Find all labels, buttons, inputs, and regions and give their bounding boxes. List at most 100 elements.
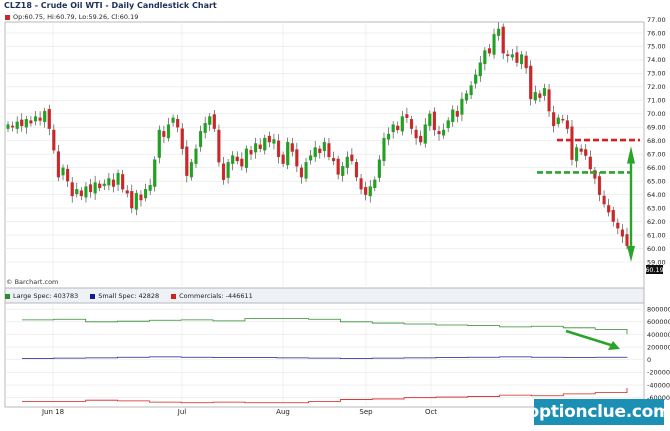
candle-body [533,92,537,101]
candle-body [162,131,166,137]
price-tick-label: 63.00 [647,204,666,212]
candle-body [88,184,93,193]
price-tick-label: 60.00 [647,245,666,253]
candle-body [451,109,455,123]
price-tick-label: 67.00 [647,151,666,159]
candle-body [552,112,556,127]
candle-body [75,189,79,195]
candle-body [620,229,624,237]
candle-body [483,50,487,65]
candle-body [313,147,317,158]
candle-body [446,120,450,129]
last-price-label: 60.19 [645,266,664,274]
candle-body [561,119,565,121]
candle-body [281,154,285,164]
candle-body [125,190,129,194]
candle-body [492,34,496,55]
candle-body [20,119,24,127]
price-tick-label: 69.00 [647,124,666,132]
candle-body [419,135,423,143]
price-tick-label: 68.00 [647,137,666,145]
candle-body [584,149,588,156]
candle-body [111,179,116,187]
candle-body [341,166,345,176]
candle-body [263,137,267,151]
candle-body [588,156,592,170]
candle-body [258,144,262,149]
x-tick-label: Aug [276,408,290,416]
candle-body [542,88,547,96]
candle-body [121,174,125,190]
candle-body [116,172,120,185]
candle-body [510,54,514,58]
candle-body [437,131,441,135]
price-tick-label: 73.00 [647,70,666,78]
candle-body [153,159,157,187]
candle-body [299,167,304,178]
candle-body [272,139,276,144]
candle-body [322,141,326,152]
candle-body [602,195,606,205]
optionclue-logo: optionclue.com [528,399,670,425]
candle-body [226,162,230,178]
candle-body [382,137,386,162]
candle-body [276,140,281,158]
candle-body [180,128,184,149]
x-tick-label: Sep [359,408,373,416]
candle-body [570,126,574,160]
candle-body [208,116,212,125]
chart-canvas: 59.0060.0061.0062.0063.0064.0065.0066.00… [4,16,670,416]
cot-tick-label: 0 [647,356,651,364]
candle-body [56,151,61,178]
price-tick-label: 70.00 [647,110,666,118]
x-tick-label: Jul [177,408,187,416]
candle-body [538,93,542,98]
candle-body [84,186,88,198]
candle-body [350,154,354,162]
price-tick-label: 64.00 [647,191,666,199]
candle-body [240,158,244,167]
candle-body [290,143,294,152]
cot-legend: Large Spec: 403783 Small Spec: 42828 Com… [5,292,253,300]
candle-body [377,159,381,178]
legend-commercials-swatch [171,293,177,299]
cot-tick-label: -400000 [647,381,670,389]
candle-body [93,182,97,194]
candle-body [33,116,38,122]
candle-body [515,52,519,63]
candle-body [171,117,175,123]
price-tick-label: 76.00 [647,29,666,37]
candle-body [212,114,216,129]
candle-body [373,179,377,189]
candle-body [38,117,42,121]
candle-body [336,158,340,175]
candle-body [304,162,308,179]
candle-body [189,162,193,178]
candle-body [70,182,74,197]
candle-body [11,125,15,128]
candle-body [345,156,349,168]
candle-body [519,54,524,65]
candle-body [244,148,249,168]
candle-body [506,54,510,57]
legend-small-label: Small Spec: 42828 [98,292,160,300]
candle-body [61,167,65,176]
candle-body [428,113,432,127]
candle-body [235,156,239,162]
candle-body [148,185,152,191]
price-tick-label: 77.00 [647,16,666,24]
chart-frame: CLZ18 - Crude Oil WTI - Daily Candlestic… [0,0,670,431]
cot-tick-label: -200000 [647,369,670,377]
candle-body [231,155,235,164]
candle-body [66,168,70,182]
candle-body [249,150,253,155]
price-tick-label: 72.00 [647,83,666,91]
candle-body [286,141,290,166]
cot-tick-label: 400000 [647,331,670,339]
candle-body [497,28,501,36]
price-tick-label: 61.00 [647,231,666,239]
candle-body [331,158,336,162]
candle-body [309,155,313,161]
price-tick-label: 65.00 [647,177,666,185]
candle-body [139,194,143,201]
